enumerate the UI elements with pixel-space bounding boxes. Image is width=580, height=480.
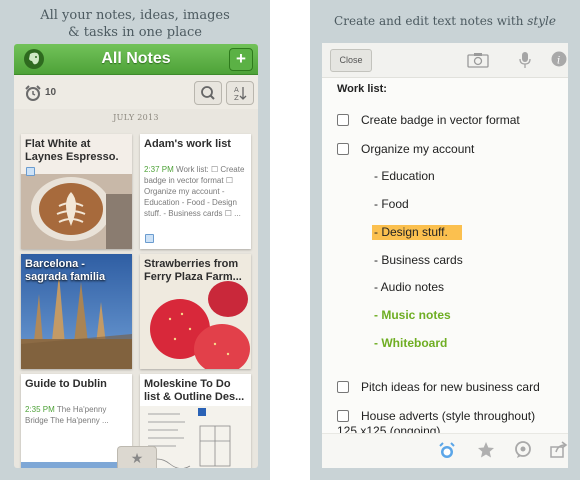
right-caption-prefix: Create and edit text notes with	[334, 14, 528, 28]
microphone-icon[interactable]	[518, 51, 532, 69]
star-icon[interactable]	[477, 441, 495, 459]
camera-icon[interactable]	[466, 51, 490, 69]
add-note-button[interactable]: +	[229, 48, 253, 71]
right-screenshot-panel: Create and edit text notes with style Cl…	[310, 0, 580, 480]
reminder-icon[interactable]	[438, 441, 456, 461]
note-card[interactable]: Adam's work list 2:37 PM Work list: ☐ Cr…	[140, 134, 251, 249]
sub-item: - Education	[374, 169, 435, 183]
left-caption-line1: All your notes, ideas, images	[40, 8, 230, 23]
sub-item: - Business cards	[374, 253, 463, 267]
svg-text:i: i	[557, 56, 560, 67]
note-card[interactable]: Guide to Dublin 2:35 PM The Ha'penny Bri…	[21, 374, 132, 468]
sort-az-icon: A Z	[234, 86, 247, 102]
cut-off-line: 125 x125 (ongoing)	[337, 424, 441, 433]
svg-text:A: A	[234, 86, 239, 94]
alarm-clock-icon[interactable]	[24, 84, 42, 107]
right-caption-style-word: style	[527, 14, 556, 28]
note-time: 2:37 PM	[144, 165, 174, 174]
note-time: 2:35 PM	[25, 405, 55, 414]
checklist-item-label: Organize my account	[361, 142, 475, 156]
note-card[interactable]: Barcelona - sagrada familia	[21, 254, 132, 369]
left-caption: All your notes, ideas, images & tasks in…	[0, 7, 270, 41]
note-card[interactable]: Strawberries from Ferry Plaza Farm...	[140, 254, 251, 369]
sub-item: - Food	[374, 197, 409, 211]
note-snippet: 2:37 PM Work list: ☐ Create badge in vec…	[144, 164, 248, 219]
checkbox-icon	[26, 167, 35, 176]
sort-button[interactable]: A Z	[226, 81, 254, 105]
checkbox[interactable]	[337, 381, 349, 393]
right-caption: Create and edit text notes with style	[310, 13, 580, 29]
info-icon[interactable]: i	[551, 51, 567, 67]
note-title: Adam's work list	[144, 138, 231, 150]
svg-text:Z: Z	[234, 94, 239, 102]
note-title: Guide to Dublin	[25, 378, 107, 390]
chat-icon[interactable]	[514, 441, 532, 459]
note-heading: Work list:	[337, 83, 387, 95]
note-title: Flat White at Laynes Espresso.	[25, 138, 119, 163]
checkbox[interactable]	[337, 143, 349, 155]
notes-toolbar: 10 A Z	[14, 75, 258, 109]
notes-list-screen: All Notes + 10 A Z JULY 2013 Flat White …	[14, 44, 258, 468]
checklist-item-label: Create badge in vector format	[361, 113, 520, 127]
checkbox[interactable]	[337, 114, 349, 126]
star-icon: ★	[130, 450, 144, 466]
share-icon[interactable]	[550, 441, 568, 459]
page-title: All Notes	[101, 50, 171, 67]
sub-item: - Audio notes	[374, 280, 445, 294]
checkbox[interactable]	[337, 410, 349, 422]
note-title: Moleskine To Do list & Outline Des...	[144, 378, 245, 403]
checklist-item-label: Pitch ideas for new business card	[361, 380, 540, 394]
note-title: Strawberries from Ferry Plaza Farm...	[144, 258, 242, 283]
reminder-count: 10	[45, 87, 57, 98]
left-screenshot-panel: All your notes, ideas, images & tasks in…	[0, 0, 270, 480]
cut-off-text: 125 x125 (ongoing)	[337, 424, 440, 433]
panel-gap	[270, 0, 310, 480]
editor-bottom-bar	[322, 433, 568, 468]
dublin-image	[21, 462, 132, 468]
date-divider: JULY 2013	[113, 113, 159, 122]
green-sub-item: - Music notes	[374, 308, 451, 322]
green-sub-item: - Whiteboard	[374, 336, 448, 350]
checkbox-icon	[145, 234, 154, 243]
close-button[interactable]: Close	[330, 49, 372, 72]
shortcuts-star-tab[interactable]: ★	[117, 446, 157, 468]
note-title: Barcelona - sagrada familia	[25, 258, 106, 283]
highlighted-sub-item: - Design stuff.	[372, 225, 462, 240]
editor-toolbar: Close i	[322, 43, 568, 78]
search-icon	[201, 86, 215, 100]
note-snippet: 2:35 PM The Ha'penny Bridge The Ha'penny…	[25, 404, 129, 426]
checklist-item-label: House adverts (style throughout)	[361, 409, 536, 423]
note-card[interactable]: Flat White at Laynes Espresso.	[21, 134, 132, 249]
note-editor-screen: Close i Work list: Create badge in vecto…	[322, 43, 568, 468]
left-caption-line2: & tasks in one place	[68, 25, 202, 40]
search-button[interactable]	[194, 81, 222, 105]
notes-header: All Notes +	[14, 44, 258, 75]
